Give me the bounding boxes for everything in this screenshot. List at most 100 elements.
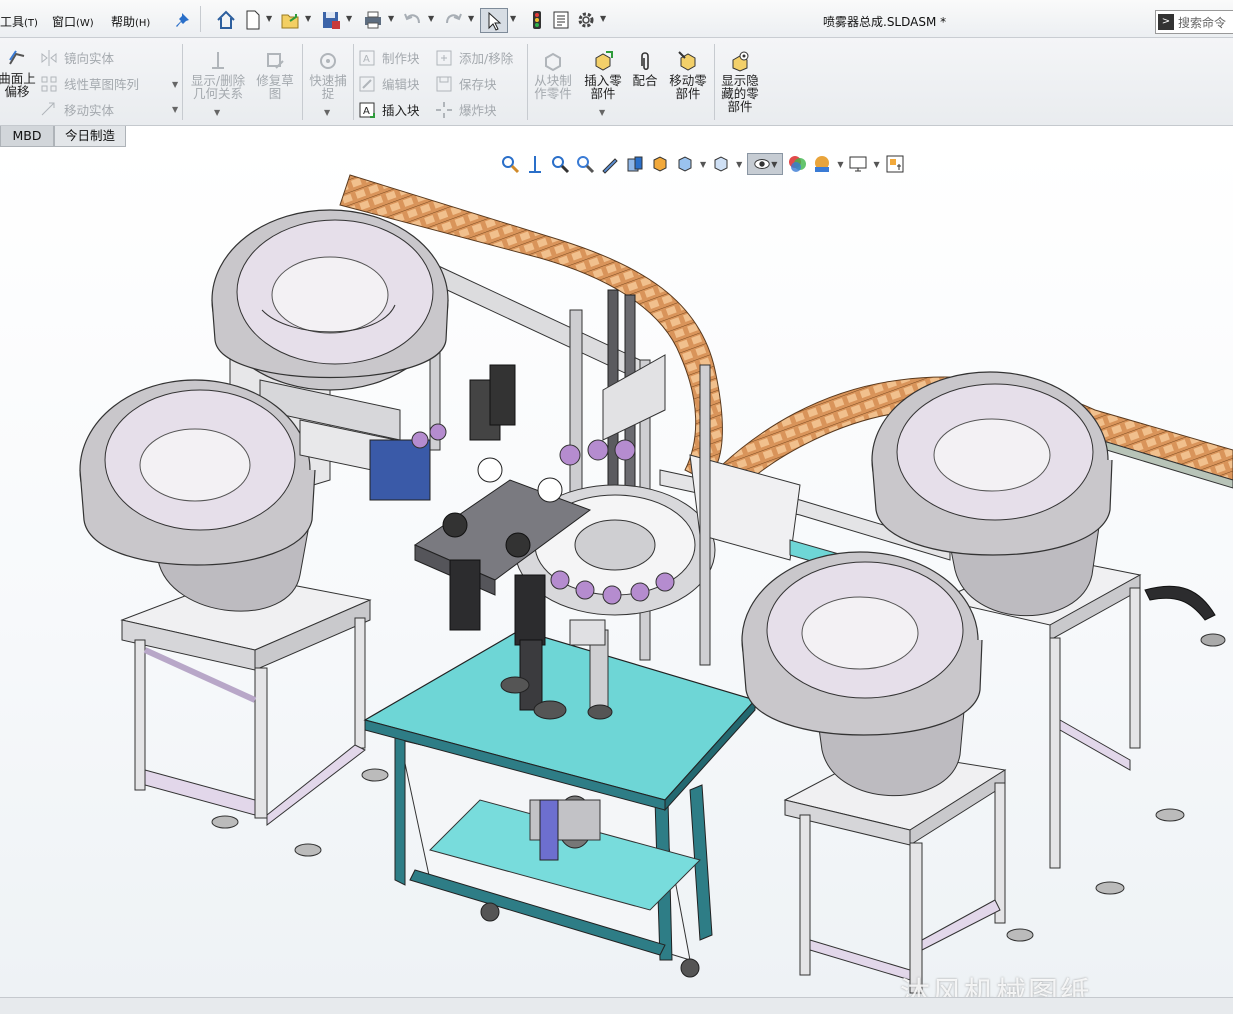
chevron-down-icon[interactable]: ▼ <box>388 14 396 24</box>
chevron-down-icon[interactable]: ▼ <box>510 14 518 24</box>
screen-capture-icon[interactable] <box>885 154 905 174</box>
insert-block-button[interactable]: A 插入块 <box>358 100 420 119</box>
make-part-from-block-button[interactable]: 从块制 作零件 <box>530 50 576 100</box>
search-input[interactable]: 搜索命令 <box>1178 14 1226 31</box>
make-block-icon: A <box>359 50 375 65</box>
chevron-down-icon[interactable]: ▼ <box>736 160 742 169</box>
edit-block-button[interactable]: 编辑块 <box>358 74 420 93</box>
open-icon[interactable] <box>280 9 302 31</box>
display-style-icon[interactable] <box>650 154 670 174</box>
show-hidden-label-3: 部件 <box>727 99 753 114</box>
paperclip-icon <box>641 52 649 71</box>
repair-sketch-button[interactable]: 修复草 图 <box>252 50 298 100</box>
print-icon[interactable] <box>362 9 384 31</box>
assembly-model[interactable] <box>0 148 1233 997</box>
chevron-down-icon[interactable]: ▼ <box>266 14 274 24</box>
command-prompt-icon: > <box>1158 14 1174 30</box>
separator <box>714 44 715 120</box>
chevron-down-icon[interactable]: ▼ <box>172 80 178 89</box>
new-document-icon[interactable] <box>242 9 264 31</box>
command-manager-ribbon: 曲面上 偏移 镜向实体 线性草图阵列 ▼ 移动实体 ▼ 显示/删除 几何关系 ▼… <box>0 38 1233 126</box>
menu-window[interactable]: 窗口(W) <box>52 13 94 30</box>
linear-pattern-icon <box>41 76 57 91</box>
chevron-down-icon[interactable]: ▼ <box>428 14 436 24</box>
search-commands-box[interactable]: > 搜索命令 <box>1155 10 1233 34</box>
offset-on-surface-button[interactable]: 曲面上 偏移 <box>0 48 36 98</box>
explode-block-label: 爆炸块 <box>459 103 497 118</box>
menu-tools-label: 工具 <box>0 15 25 29</box>
explode-block-button[interactable]: 爆炸块 <box>435 100 497 119</box>
quick-snap-button[interactable]: 快速捕 捉 <box>304 50 352 100</box>
zoom-to-area-icon[interactable] <box>525 154 545 174</box>
menu-help[interactable]: 帮助(H) <box>111 13 150 30</box>
zoom-to-fit-icon[interactable] <box>500 154 520 174</box>
chevron-down-icon[interactable]: ▼ <box>700 160 706 169</box>
graphics-area[interactable]: ▼ ▼ ▼ ▼ ▼ <box>0 148 1233 997</box>
stand-left <box>120 574 389 857</box>
monitor-icon[interactable] <box>848 154 868 174</box>
save-icon[interactable] <box>320 9 342 31</box>
insert-component-label-2: 部件 <box>590 86 616 101</box>
mate-button[interactable]: 配合 <box>628 50 662 87</box>
edit-block-icon <box>359 76 375 91</box>
separator <box>302 44 303 120</box>
menu-tools[interactable]: 工具(T) <box>0 13 38 30</box>
chevron-down-icon[interactable]: ▼ <box>837 160 843 169</box>
svg-text:A: A <box>363 106 370 117</box>
chevron-down-icon[interactable]: ▼ <box>600 14 608 24</box>
undo-icon[interactable] <box>402 9 424 31</box>
view-orientation-icon[interactable] <box>625 154 645 174</box>
tab-today-manufacturing[interactable]: 今日制造 <box>54 126 127 147</box>
save-block-button[interactable]: 保存块 <box>435 74 497 93</box>
show-hidden-components-button[interactable]: 显示隐 藏的零 部件 <box>716 50 764 113</box>
hide-show-items-button[interactable]: ▼ <box>747 153 784 175</box>
show-delete-relations-button[interactable]: 显示/删除 几何关系 <box>188 50 248 100</box>
explode-block-icon <box>436 101 452 118</box>
tab-mbd[interactable]: MBD <box>0 126 54 147</box>
make-block-button[interactable]: A 制作块 <box>358 48 420 67</box>
make-part-label-2: 作零件 <box>534 86 572 101</box>
dynamic-annotation-icon[interactable] <box>600 154 620 174</box>
chevron-down-icon[interactable]: ▼ <box>214 108 220 117</box>
options-gear-icon[interactable] <box>575 9 597 31</box>
redo-icon[interactable] <box>442 9 464 31</box>
offset-surface-label-2: 偏移 <box>4 84 30 99</box>
insert-component-button[interactable]: 插入零 部件 <box>580 50 626 100</box>
linear-sketch-pattern-button[interactable]: 线性草图阵列 <box>40 74 139 93</box>
display-style-2-icon[interactable] <box>675 154 695 174</box>
mirror-icon <box>41 49 57 66</box>
chevron-down-icon[interactable]: ▼ <box>172 105 178 114</box>
chevron-down-icon[interactable]: ▼ <box>873 160 879 169</box>
chevron-down-icon[interactable]: ▼ <box>324 108 330 117</box>
edit-appearance-icon[interactable] <box>787 154 807 174</box>
move-component-button[interactable]: 移动零 部件 <box>664 50 712 100</box>
mirror-entity-button[interactable]: 镜向实体 <box>40 48 114 67</box>
chevron-down-icon[interactable]: ▼ <box>599 108 605 117</box>
status-bar <box>0 997 1233 1014</box>
chevron-down-icon[interactable]: ▼ <box>468 14 476 24</box>
section-view-icon[interactable] <box>575 154 595 174</box>
chevron-down-icon[interactable]: ▼ <box>346 14 354 24</box>
chevron-down-icon: ▼ <box>771 159 778 169</box>
insert-component-icon <box>595 51 613 71</box>
view-cube-icon[interactable] <box>711 154 731 174</box>
vibratory-bowl-front-right <box>741 551 983 797</box>
file-properties-icon[interactable] <box>550 9 572 31</box>
menu-window-label: 窗口 <box>52 15 77 29</box>
home-icon[interactable] <box>215 9 237 31</box>
add-remove-button[interactable]: 添加/移除 <box>435 48 513 67</box>
save-block-icon <box>436 76 452 91</box>
select-button[interactable] <box>480 8 508 33</box>
chevron-down-icon[interactable]: ▼ <box>305 14 313 24</box>
show-hidden-icon <box>732 51 749 72</box>
menu-tools-key: (T) <box>24 18 38 29</box>
traffic-light-icon[interactable] <box>526 9 548 31</box>
move-entity-icon <box>41 102 55 115</box>
pin-icon[interactable] <box>174 9 196 31</box>
previous-view-icon[interactable] <box>550 154 570 174</box>
move-entity-button[interactable]: 移动实体 <box>40 100 114 119</box>
feeder-block <box>369 439 431 501</box>
make-block-label: 制作块 <box>382 51 420 66</box>
move-component-icon <box>678 51 696 71</box>
apply-scene-icon[interactable] <box>812 154 832 174</box>
